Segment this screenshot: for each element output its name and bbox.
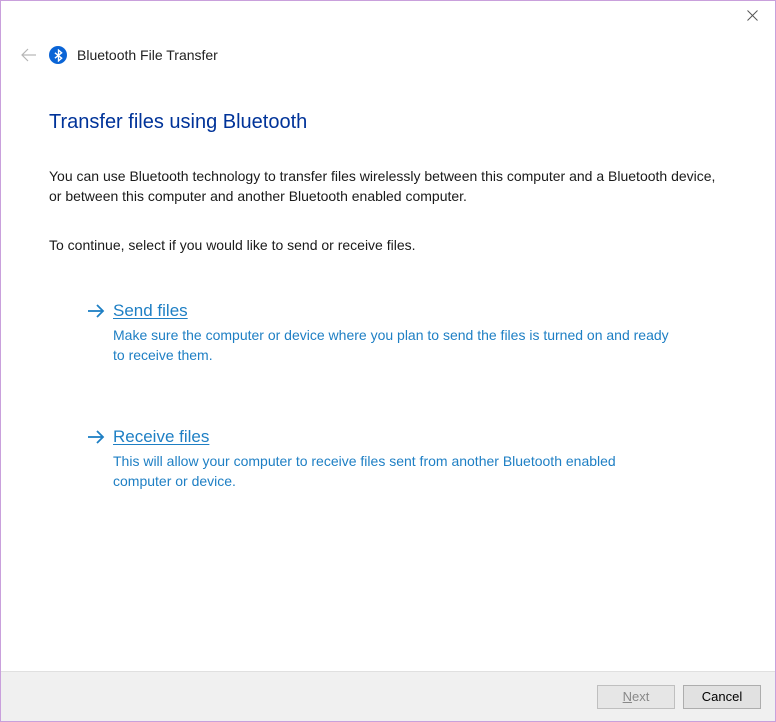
content-area: Transfer files using Bluetooth You can u… [1, 73, 775, 671]
cancel-button[interactable]: Cancel [683, 685, 761, 709]
bluetooth-icon [49, 46, 67, 64]
option-body: Send files Make sure the computer or dev… [113, 301, 727, 366]
page-heading: Transfer files using Bluetooth [49, 111, 727, 134]
option-send-files[interactable]: Send files Make sure the computer or dev… [49, 301, 727, 366]
arrow-right-icon [87, 303, 113, 366]
option-title: Send files [113, 301, 188, 321]
arrow-right-icon [87, 429, 113, 492]
option-description: Make sure the computer or device where y… [113, 325, 673, 366]
next-button[interactable]: Next [597, 685, 675, 709]
window-title: Bluetooth File Transfer [77, 47, 218, 63]
option-description: This will allow your computer to receive… [113, 451, 673, 492]
arrow-left-icon [20, 46, 38, 64]
instruction-text: To continue, select if you would like to… [49, 237, 727, 253]
titlebar [1, 1, 775, 35]
option-receive-files[interactable]: Receive files This will allow your compu… [49, 427, 727, 492]
header: Bluetooth File Transfer [1, 35, 775, 73]
close-button[interactable] [730, 1, 775, 29]
wizard-window: Bluetooth File Transfer Transfer files u… [0, 0, 776, 722]
back-button[interactable] [19, 45, 39, 65]
footer: Next Cancel [1, 671, 775, 721]
intro-text: You can use Bluetooth technology to tran… [49, 166, 727, 207]
option-body: Receive files This will allow your compu… [113, 427, 727, 492]
close-icon [747, 10, 758, 21]
option-title: Receive files [113, 427, 209, 447]
